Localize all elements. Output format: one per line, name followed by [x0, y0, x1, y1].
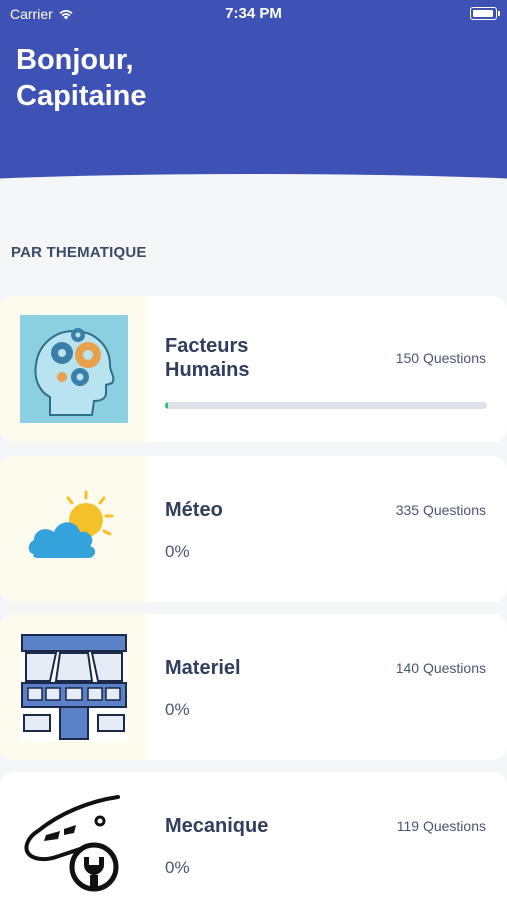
- theme-card-materiel[interactable]: Materiel 140 Questions 0%: [0, 614, 507, 760]
- cockpit-icon: [20, 633, 128, 741]
- human-factors-gears-head-icon: [20, 315, 128, 423]
- question-count: 119 Questions: [396, 818, 486, 834]
- theme-thumbnail: [0, 614, 148, 760]
- progress-percent: 0%: [165, 542, 190, 561]
- theme-title-line-1: Facteurs: [165, 335, 249, 357]
- question-count: 150 Questions: [395, 350, 486, 366]
- weather-sun-cloud-icon: [28, 490, 114, 558]
- theme-title: Materiel: [165, 657, 241, 679]
- clock: 7:34 PM: [225, 5, 282, 22]
- theme-thumbnail: [0, 456, 148, 602]
- greeting-title: Bonjour, Capitaine: [16, 42, 316, 114]
- theme-title: Mecanique: [165, 815, 269, 837]
- status-bar: Carrier 7:34 PM: [0, 0, 507, 28]
- progress-fill: [165, 402, 169, 409]
- plane-wrench-icon: [24, 795, 120, 892]
- progress-bar: [165, 402, 487, 409]
- theme-title-line-2: Humains: [165, 359, 250, 381]
- question-count: 140 Questions: [395, 660, 486, 676]
- theme-title: Méteo: [165, 499, 223, 521]
- progress-percent: 0%: [165, 700, 190, 719]
- theme-card-meteo[interactable]: Méteo 335 Questions 0%: [0, 456, 507, 602]
- theme-thumbnail: [0, 296, 148, 442]
- greeting-line-2: Capitaine: [16, 80, 147, 112]
- question-count: 335 Questions: [395, 502, 486, 518]
- header-curve: [0, 174, 507, 200]
- theme-card-facteurs-humains[interactable]: Facteurs Humains 150 Questions: [0, 296, 507, 442]
- theme-thumbnail: [0, 772, 148, 900]
- section-label: PAR THEMATIQUE: [11, 244, 147, 261]
- greeting-line-1: Bonjour,: [16, 44, 134, 76]
- battery-icon: [470, 7, 500, 20]
- theme-title: Facteurs Humains: [165, 334, 249, 382]
- theme-card-mecanique[interactable]: Mecanique 119 Questions 0%: [0, 772, 507, 900]
- progress-percent: 0%: [165, 858, 190, 877]
